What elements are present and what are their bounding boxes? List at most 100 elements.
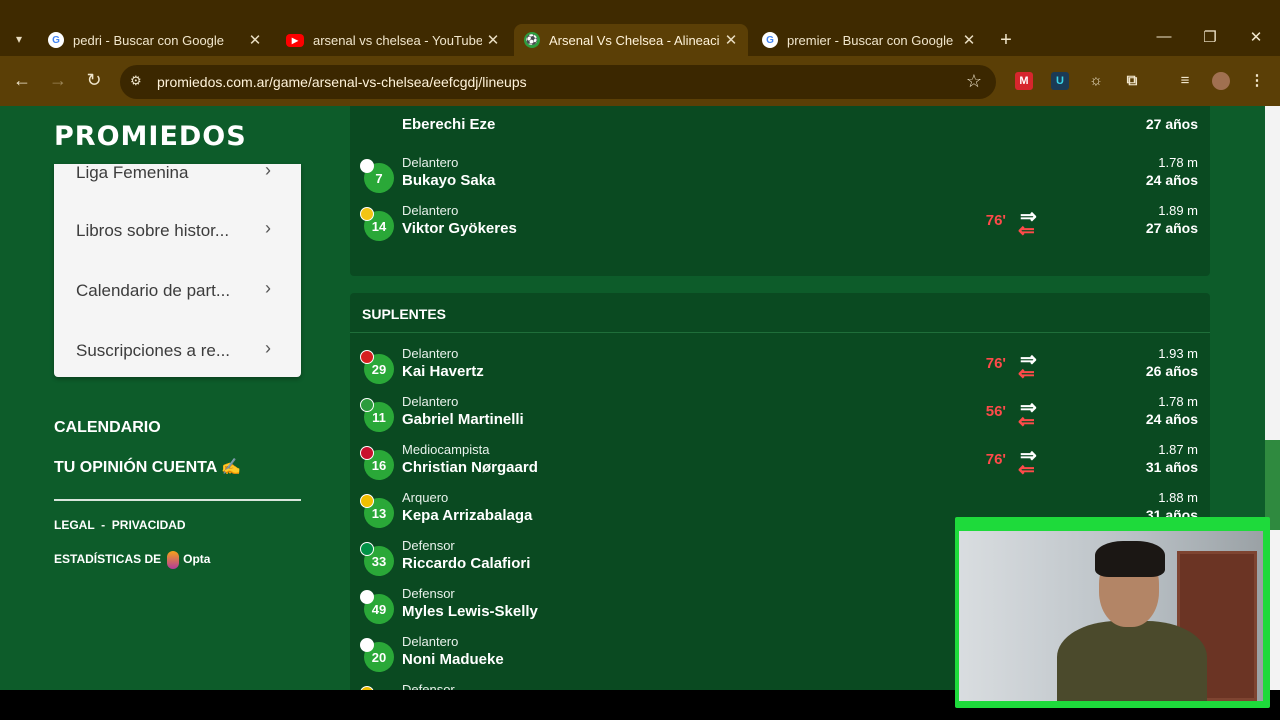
player-age: 24 años	[1145, 172, 1198, 188]
substitution-icon: ⇒ ⇐	[1018, 349, 1037, 385]
separator: -	[101, 518, 106, 532]
extensions-puzzle-icon[interactable]: ⧉	[1123, 72, 1141, 90]
privacidad-link[interactable]: PRIVACIDAD	[112, 518, 186, 532]
player-badge: 11	[360, 398, 394, 432]
stats-credit: ESTADÍSTICAS DE Opta	[54, 551, 210, 569]
substitution-icon: ⇒ ⇐	[1018, 206, 1037, 242]
close-icon[interactable]: ✕	[720, 31, 742, 49]
nationality-flag-icon	[360, 446, 374, 460]
player-row-partial[interactable]: Eberechi Eze 27 años	[350, 106, 1210, 150]
player-height: 1.93 m	[1158, 346, 1198, 361]
new-tab-icon[interactable]: +	[996, 29, 1016, 52]
tab-pedri[interactable]: G pedri - Buscar con Google ✕	[38, 24, 272, 56]
player-position: Delantero	[402, 634, 459, 649]
player-position: Delantero	[402, 346, 459, 361]
legal-links: LEGAL - PRIVACIDAD	[54, 518, 186, 532]
player-age: 27 años	[1145, 116, 1198, 132]
divider	[350, 332, 1210, 333]
player-position: Mediocampista	[402, 442, 490, 457]
divider	[54, 499, 301, 501]
player-position: Arquero	[402, 490, 449, 505]
address-bar[interactable]: ⚙ promiedos.com.ar/game/arsenal-vs-chels…	[120, 65, 996, 99]
player-name: Kepa Arrizabalaga	[402, 507, 533, 524]
player-row[interactable]: 29 Delantero Kai Havertz 76' ⇒ ⇐ 1.93 m 26 años	[350, 341, 1210, 389]
player-position: Delantero	[402, 394, 459, 409]
substitution-minute: 56'	[985, 403, 1006, 420]
substitution-minute: 76'	[985, 355, 1006, 372]
player-position: Defensor	[402, 538, 455, 553]
back-icon[interactable]: ←	[10, 70, 34, 91]
site-logo[interactable]: PROMIEDOS	[54, 121, 247, 152]
nationality-flag-icon	[360, 159, 374, 173]
window-close-icon[interactable]: ✕	[1244, 28, 1268, 46]
forward-icon[interactable]: →	[46, 70, 70, 91]
tab-title: premier - Buscar con Google	[787, 32, 954, 48]
player-row[interactable]: 7 Delantero Bukayo Saka 1.78 m 24 años	[350, 150, 1210, 198]
player-badge: 33	[360, 542, 394, 576]
tab-youtube[interactable]: ▶ arsenal vs chelsea - YouTube ✕	[276, 24, 510, 56]
player-name: Kai Havertz	[402, 363, 484, 380]
bookmark-star-icon[interactable]: ☆	[966, 71, 982, 92]
player-position: Delantero	[402, 203, 459, 218]
browser-menu-icon[interactable]: ⋮	[1248, 72, 1266, 90]
chevron-right-icon: ›	[265, 338, 271, 358]
player-position: Defensor	[402, 682, 455, 690]
player-height: 1.87 m	[1158, 442, 1198, 457]
tab-strip: ▾ G pedri - Buscar con Google ✕ ▶ arsena…	[0, 0, 1280, 60]
tab-search-chevron-icon[interactable]: ▾	[8, 28, 30, 50]
menu-item-libros[interactable]: Libros sobre histor... ›	[54, 202, 301, 262]
profile-avatar[interactable]	[1212, 72, 1230, 90]
legal-link[interactable]: LEGAL	[54, 518, 94, 532]
tab-title: Arsenal Vs Chelsea - Alineacion	[549, 32, 720, 48]
close-icon[interactable]: ✕	[244, 31, 266, 49]
player-badge: 13	[360, 494, 394, 528]
menu-item-label: Libros sobre histor...	[76, 221, 230, 240]
tab-premier[interactable]: G premier - Buscar con Google ✕	[752, 24, 986, 56]
site-settings-icon[interactable]: ⚙	[130, 73, 142, 89]
nationality-flag-icon	[360, 542, 374, 556]
player-age: 24 años	[1145, 411, 1198, 427]
menu-item-calendario[interactable]: Calendario de part... ›	[54, 262, 301, 322]
calendario-link[interactable]: CALENDARIO	[54, 419, 161, 437]
youtube-icon: ▶	[286, 33, 304, 47]
opta-brand[interactable]: Opta	[183, 552, 210, 566]
player-height: 1.78 m	[1158, 394, 1198, 409]
nationality-flag-icon	[360, 494, 374, 508]
menu-item-label: Suscripciones a re...	[76, 341, 231, 360]
player-height: 1.89 m	[1158, 203, 1198, 218]
extension-sun-icon[interactable]: ☼	[1087, 72, 1105, 90]
substitution-minute: 76'	[985, 212, 1006, 229]
player-position: Defensor	[402, 586, 455, 601]
player-position: Delantero	[402, 155, 459, 170]
player-name: Riccardo Calafiori	[402, 555, 531, 572]
player-badge: 16	[360, 446, 394, 480]
tab-title: arsenal vs chelsea - YouTube	[313, 32, 482, 48]
restore-icon[interactable]: ❐	[1198, 28, 1222, 46]
player-age: 26 años	[1145, 363, 1198, 379]
extension-u-icon[interactable]: U	[1051, 72, 1069, 90]
menu-item-label: Liga Femenina	[76, 164, 189, 182]
close-icon[interactable]: ✕	[482, 31, 504, 49]
chevron-right-icon: ›	[265, 164, 271, 180]
player-row[interactable]: 11 Delantero Gabriel Martinelli 56' ⇒ ⇐ 1.78 m…	[350, 389, 1210, 437]
player-age: 27 años	[1145, 220, 1198, 236]
opta-logo-icon	[167, 551, 180, 569]
opinion-link[interactable]: TU OPINIÓN CUENTA ✍	[54, 457, 241, 477]
minimize-icon[interactable]: —	[1152, 28, 1176, 45]
player-name: Myles Lewis-Skelly	[402, 603, 538, 620]
subs-header: SUPLENTES	[362, 306, 447, 322]
menu-item-liga-femenina[interactable]: Liga Femenina ›	[54, 164, 301, 204]
player-name: Bukayo Saka	[402, 172, 496, 189]
substitution-icon: ⇒ ⇐	[1018, 445, 1037, 481]
reload-icon[interactable]: ↻	[82, 70, 106, 91]
tab-promiedos[interactable]: ⚽ Arsenal Vs Chelsea - Alineacion ✕	[514, 24, 748, 56]
player-row[interactable]: 14 Delantero Viktor Gyökeres 76' ⇒ ⇐ 1.89 m 27 …	[350, 198, 1210, 246]
menu-item-suscripciones[interactable]: Suscripciones a re... ›	[54, 322, 301, 377]
url-text[interactable]: promiedos.com.ar/game/arsenal-vs-chelsea…	[157, 74, 527, 90]
media-controls-icon[interactable]: ≡	[1176, 72, 1194, 90]
google-icon: G	[48, 32, 64, 48]
close-icon[interactable]: ✕	[958, 31, 980, 49]
extension-m-icon[interactable]: M	[1015, 72, 1033, 90]
menu-item-label: Calendario de part...	[76, 281, 231, 300]
player-row[interactable]: 16 Mediocampista Christian Nørgaard 76' ⇒ ⇐ 1.…	[350, 437, 1210, 485]
